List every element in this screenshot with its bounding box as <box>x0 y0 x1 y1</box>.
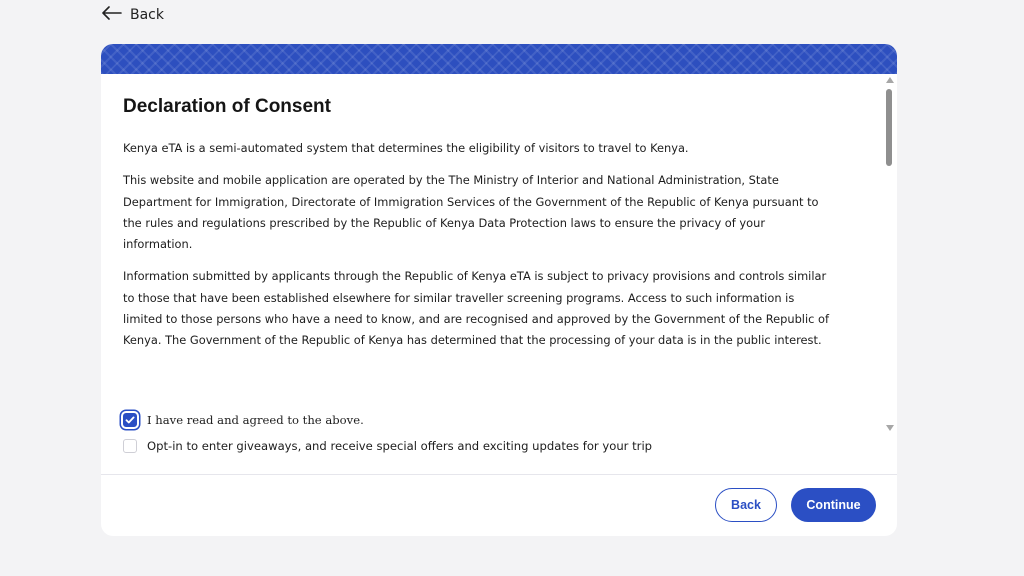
consent-checkboxes: I have read and agreed to the above. Opt… <box>123 413 652 465</box>
top-back-link[interactable]: Back <box>102 6 164 24</box>
agree-checkbox-label: I have read and agreed to the above. <box>147 413 364 427</box>
optin-checkbox-row[interactable]: Opt-in to enter giveaways, and receive s… <box>123 439 652 453</box>
scroll-down-arrow-icon[interactable] <box>886 425 894 431</box>
top-back-label: Back <box>130 7 164 23</box>
consent-paragraph: Kenya eTA is a semi-automated system tha… <box>123 141 689 155</box>
arrow-left-icon <box>102 6 122 24</box>
agree-checkbox-row[interactable]: I have read and agreed to the above. <box>123 413 652 427</box>
consent-scroll-area[interactable]: Declaration of Consent Kenya eTA is a se… <box>101 74 897 434</box>
checkmark-icon <box>125 416 135 424</box>
page-title: Declaration of Consent <box>123 96 331 117</box>
optin-checkbox-label: Opt-in to enter giveaways, and receive s… <box>147 439 653 453</box>
consent-card: Declaration of Consent Kenya eTA is a se… <box>101 44 897 536</box>
scroll-up-arrow-icon[interactable] <box>886 77 894 83</box>
consent-paragraph: This website and mobile application are … <box>123 173 819 252</box>
back-button[interactable]: Back <box>715 488 777 522</box>
agree-checkbox[interactable] <box>123 413 137 427</box>
consent-paragraph: Information submitted by applicants thro… <box>123 269 829 348</box>
footer-divider <box>101 474 897 475</box>
pattern-banner <box>101 44 897 74</box>
optin-checkbox[interactable] <box>123 439 137 453</box>
vertical-scrollbar[interactable] <box>884 74 894 434</box>
scroll-thumb[interactable] <box>886 89 892 166</box>
continue-button[interactable]: Continue <box>791 488 876 522</box>
